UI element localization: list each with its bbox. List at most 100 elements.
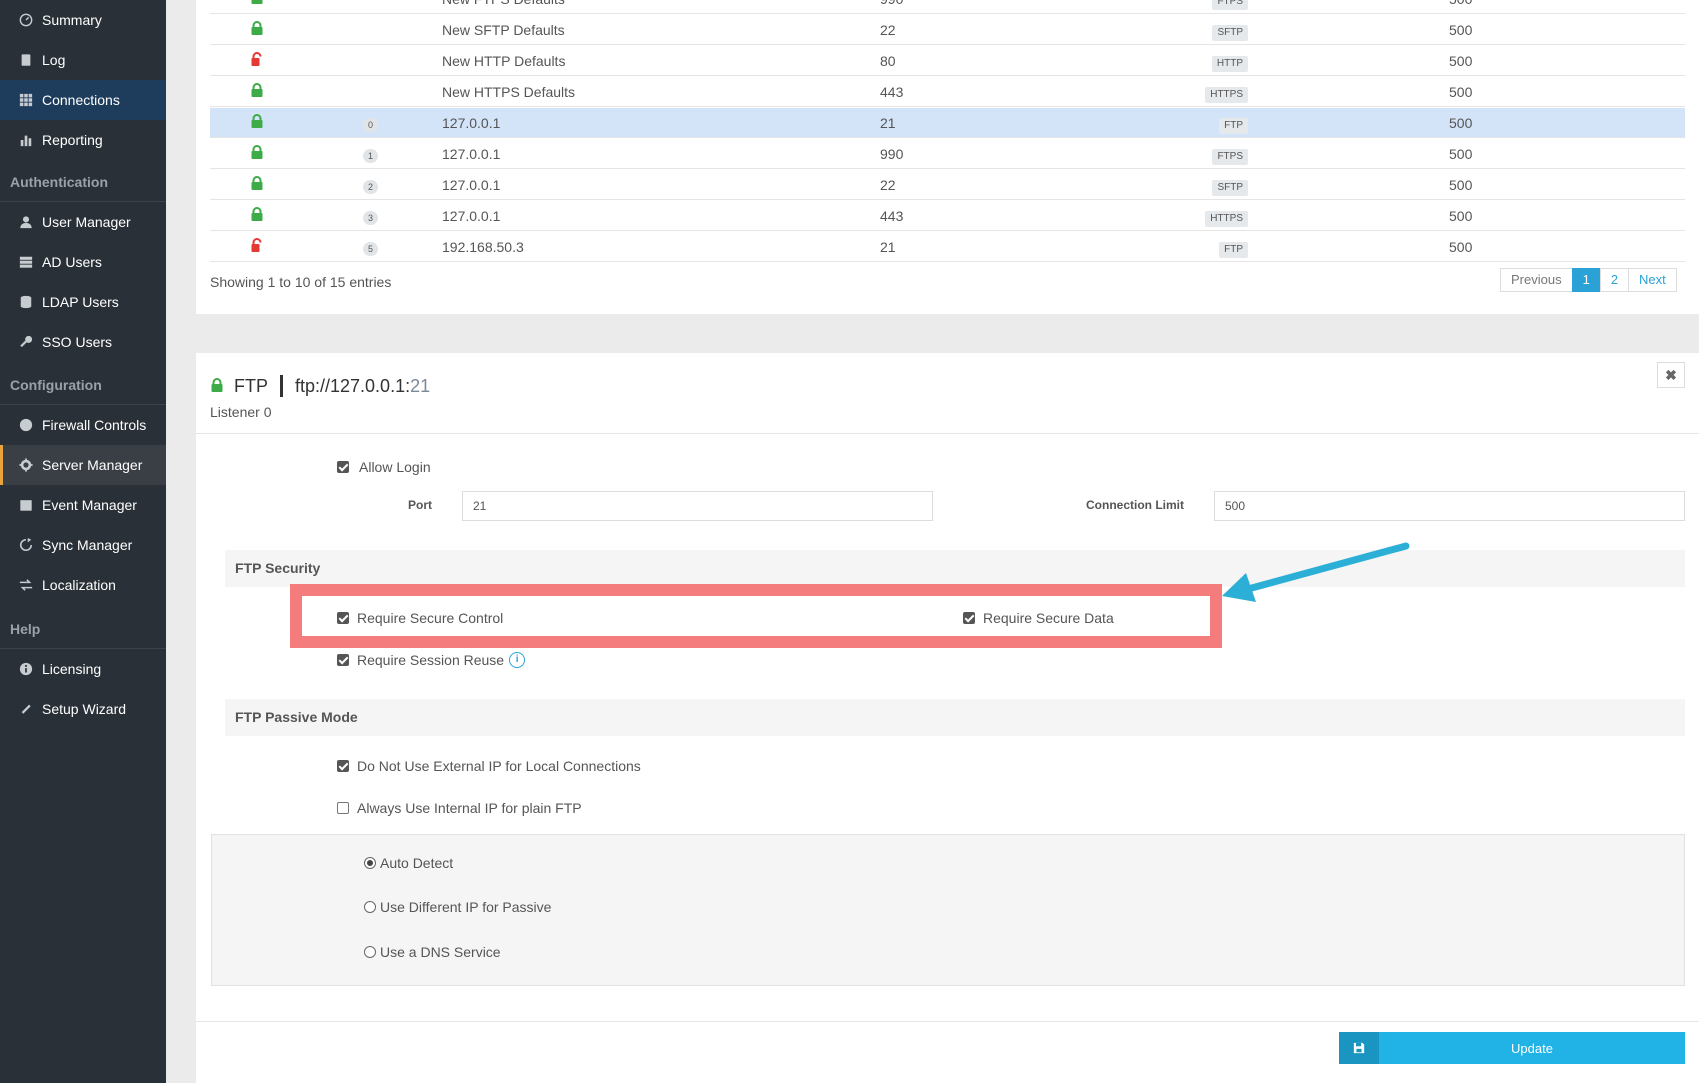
close-button[interactable]: ✖ [1657, 362, 1685, 388]
secure-control-row: Require Secure Control [337, 610, 503, 626]
sidebar-item-user-manager[interactable]: User Manager [0, 202, 166, 242]
grid-icon [18, 92, 34, 108]
limit-cell: 500 [1449, 177, 1473, 193]
listener-index-badge: 0 [363, 118, 378, 132]
port-cell: 990 [880, 0, 903, 14]
protocol-tag: HTTPS [1205, 87, 1248, 103]
sidebar-item-sso-users[interactable]: SSO Users [0, 322, 166, 362]
refresh-icon [18, 537, 34, 553]
table-row[interactable]: New HTTP Defaults 80 HTTP 500 [210, 46, 1685, 76]
server-icon [18, 254, 34, 270]
sidebar-item-label: LDAP Users [42, 294, 119, 310]
sidebar-item-label: Summary [42, 12, 102, 28]
require-secure-data-label: Require Secure Data [983, 610, 1114, 626]
sidebar-item-licensing[interactable]: Licensing [0, 649, 166, 689]
listener-index-badge: 1 [363, 149, 378, 163]
listener-index: 3 [363, 201, 378, 231]
always-internal-ip-checkbox[interactable] [337, 802, 349, 814]
gear-icon [18, 457, 34, 473]
connection-limit-input[interactable]: 500 [1214, 491, 1685, 521]
protocol-cell: FTPS [1188, 0, 1248, 14]
unlocked-icon [250, 238, 264, 254]
sidebar-item-reporting[interactable]: Reporting [0, 120, 166, 160]
table-info: Showing 1 to 10 of 15 entries [210, 274, 392, 290]
listener-index-badge: 3 [363, 211, 378, 225]
locked-icon [250, 21, 264, 37]
globe-icon [18, 417, 34, 433]
sidebar-item-label: AD Users [42, 254, 102, 270]
sidebar-item-sync-manager[interactable]: Sync Manager [0, 525, 166, 565]
protocol-tag: FTP [1219, 242, 1248, 258]
sidebar-item-server-manager[interactable]: Server Manager [0, 445, 166, 485]
protocol-tag: HTTPS [1205, 211, 1248, 227]
require-secure-control-checkbox[interactable] [337, 612, 349, 624]
info-icon[interactable]: i [509, 652, 526, 668]
allow-login-checkbox[interactable] [337, 461, 349, 473]
port-input[interactable]: 21 [462, 491, 933, 521]
page-2-button[interactable]: 2 [1599, 268, 1630, 292]
protocol-tag: FTP [1219, 118, 1248, 134]
table-row[interactable]: 3 127.0.0.1 443 HTTPS 500 [210, 201, 1685, 231]
ftp-security-header: FTP Security [225, 550, 1685, 587]
table-row[interactable]: 0 127.0.0.1 21 FTP 500 [210, 108, 1685, 138]
pagination: Previous 1 2 Next [1500, 268, 1677, 292]
detail-subtitle: Listener 0 [210, 404, 272, 420]
next-page-button[interactable]: Next [1628, 268, 1677, 292]
sidebar-item-firewall-controls[interactable]: Firewall Controls [0, 405, 166, 445]
protocol-tag: FTPS [1212, 0, 1248, 10]
require-secure-data-checkbox[interactable] [963, 612, 975, 624]
host-cell: New HTTP Defaults [442, 53, 566, 69]
host-cell: 127.0.0.1 [442, 177, 501, 193]
sidebar-item-label: Log [42, 52, 66, 68]
update-button[interactable]: Update [1339, 1032, 1685, 1064]
limit-cell: 500 [1449, 239, 1473, 255]
update-label: Update [1511, 1040, 1553, 1056]
table-row[interactable]: 5 192.168.50.3 21 FTP 500 [210, 232, 1685, 262]
limit-cell: 500 [1449, 146, 1473, 162]
connection-limit-label: Connection Limit [1086, 498, 1184, 512]
header-divider [280, 375, 283, 397]
sidebar-item-event-manager[interactable]: Event Manager [0, 485, 166, 525]
host-cell: New HTTPS Defaults [442, 84, 576, 100]
wrench-icon [18, 701, 34, 717]
sidebar-item-ad-users[interactable]: AD Users [0, 242, 166, 282]
listener-index: 1 [363, 139, 378, 169]
always-internal-ip-label: Always Use Internal IP for plain FTP [357, 800, 582, 816]
sidebar-item-log[interactable]: Log [0, 40, 166, 80]
limit-cell: 500 [1449, 208, 1473, 224]
sidebar-item-setup-wizard[interactable]: Setup Wizard [0, 689, 166, 729]
lock-icon [210, 377, 224, 395]
close-icon: ✖ [1665, 366, 1677, 383]
page-1-button[interactable]: 1 [1571, 268, 1601, 292]
detail-url: ftp://127.0.0.1: [295, 375, 411, 396]
sidebar-item-label: Event Manager [42, 497, 137, 513]
sidebar-item-ldap-users[interactable]: LDAP Users [0, 282, 166, 322]
sidebar-item-localization[interactable]: Localization [0, 565, 166, 605]
port-cell: 443 [880, 208, 904, 224]
no-external-ip-checkbox[interactable] [337, 760, 349, 772]
previous-page-button[interactable]: Previous [1500, 268, 1573, 292]
protocol-cell: HTTPS [1188, 201, 1248, 231]
protocol-cell: HTTP [1188, 46, 1248, 76]
sidebar-item-summary[interactable]: Summary [0, 0, 166, 40]
table-row[interactable]: New FTPS Defaults 990 FTPS 500 [210, 0, 1685, 14]
sidebar-item-connections[interactable]: Connections [0, 80, 166, 120]
book-icon [18, 52, 34, 68]
auto-detect-label: Auto Detect [380, 855, 454, 871]
port-cell: 22 [880, 177, 896, 193]
table-row[interactable]: 1 127.0.0.1 990 FTPS 500 [210, 139, 1685, 169]
no-external-ip-row: Do Not Use External IP for Local Connect… [337, 758, 641, 774]
auto-detect-radio[interactable] [364, 857, 376, 869]
no-external-ip-label: Do Not Use External IP for Local Connect… [357, 758, 641, 774]
table-row[interactable]: 2 127.0.0.1 22 SFTP 500 [210, 170, 1685, 200]
require-session-reuse-checkbox[interactable] [337, 654, 349, 666]
table-row[interactable]: New SFTP Defaults 22 SFTP 500 [210, 15, 1685, 45]
sidebar-item-label: Localization [42, 577, 116, 593]
table-row[interactable]: New HTTPS Defaults 443 HTTPS 500 [210, 77, 1685, 107]
section-configuration: Configuration [0, 365, 166, 405]
different-ip-radio[interactable] [364, 901, 376, 913]
sidebar-item-label: Server Manager [42, 457, 143, 473]
detail-protocol: FTP [234, 375, 268, 396]
sidebar-item-label: Sync Manager [42, 537, 133, 553]
dns-service-radio[interactable] [364, 946, 376, 958]
